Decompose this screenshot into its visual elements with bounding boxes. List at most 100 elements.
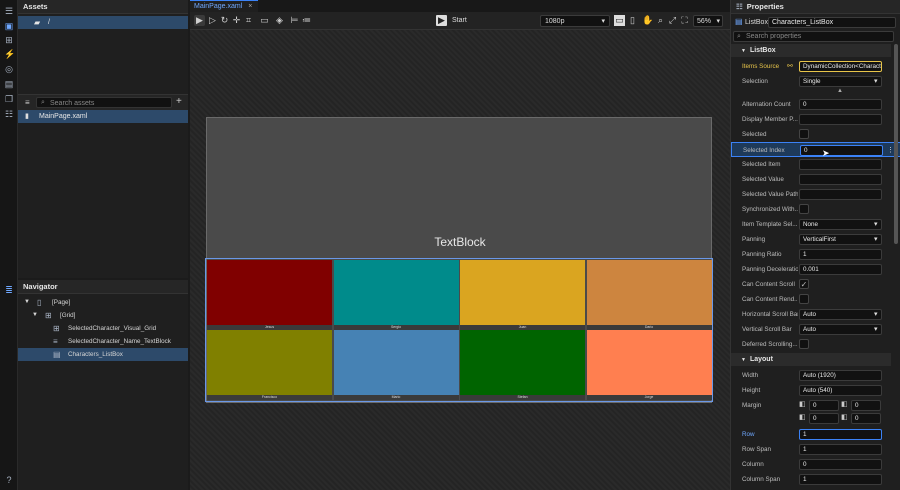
element-name-input[interactable]: Characters_ListBox [768,17,896,28]
crop-icon[interactable]: ⌗ [243,15,254,26]
margin-input[interactable]: 0 [851,413,881,424]
portrait-icon[interactable]: ▯ [627,15,638,26]
distribute-icon[interactable]: ≔ [301,15,312,26]
dropdown-chevron-icon[interactable]: ▾ [874,310,878,318]
dropdown-chevron-icon[interactable]: ▾ [874,77,878,85]
move-icon[interactable]: ✛ [231,15,242,26]
expand-arrow-icon[interactable]: ▼ [32,309,38,322]
navigator-item[interactable]: ▼ ▯ [Page] [18,296,188,309]
dropdown-chevron-icon[interactable]: ▾ [874,235,878,243]
property-value[interactable]: Auto (540) [799,385,882,396]
margin-input[interactable]: 0 [809,413,839,424]
navigator-item[interactable]: ≡ SelectedCharacter_Name_TextBlock [18,335,188,348]
lightning-icon[interactable]: ⚡ [4,49,15,59]
align-icon[interactable]: ⊨ [289,15,300,26]
assets-search-input[interactable]: ⌕ Search assets [36,97,172,108]
navigator-icon[interactable]: ≣ [4,285,14,295]
help-icon[interactable]: ? [4,475,14,485]
copy-icon[interactable]: ❐ [4,94,14,104]
filter-icon[interactable]: ≡ [25,98,30,107]
property-label: Horizontal Scroll Bar [742,311,798,318]
start-button[interactable]: Start [452,17,467,24]
property-value[interactable]: Single [799,76,882,87]
property-label: Row [742,431,755,438]
property-value[interactable]: 0.001 [799,264,882,275]
character-item[interactable]: Dario [586,260,712,330]
property-value[interactable]: 0 [799,459,882,470]
property-value[interactable]: 1 [799,249,882,260]
zoom-select[interactable]: 56% ▾ [693,15,723,27]
property-checkbox[interactable] [799,339,809,349]
resolution-select[interactable]: 1080p ▾ [540,15,610,27]
character-item[interactable]: Francisco [207,330,332,400]
landscape-icon[interactable]: ▭ [614,15,625,26]
zoom-icon[interactable]: ⌕ [655,15,666,26]
dropdown-chevron-icon[interactable]: ▾ [874,220,878,228]
asset-file-item[interactable]: ▮ MainPage.xaml [18,110,188,123]
fit-icon[interactable]: ⤢ [667,15,678,26]
editor-toolbar: ▶ ▷ ↻ ✛ ⌗ ▭ ◈ ⊨ ≔ ▶ Start 1080p ▾ ▭ ▯ ✋ … [190,12,730,30]
fullscreen-icon[interactable]: ⛶ [679,15,690,26]
paint-icon[interactable]: ▭ [259,15,270,26]
canvas-textblock[interactable]: TextBlock [207,235,713,249]
add-icon[interactable]: ⊞ [4,35,14,45]
character-item[interactable]: Sergio [333,260,459,330]
property-value[interactable] [799,174,882,185]
property-value[interactable]: 1 [799,429,882,440]
character-item[interactable]: Stefan [460,330,585,400]
properties-scrollbar[interactable] [894,44,898,244]
expand-arrow-icon[interactable]: ▼ [24,296,30,309]
character-item[interactable]: Juan [460,260,585,330]
property-value[interactable]: Auto [799,309,882,320]
property-value[interactable] [799,189,882,200]
property-value[interactable]: 0 [799,99,882,110]
property-value[interactable]: Auto [799,324,882,335]
binding-link-icon[interactable]: ⚯ [787,62,793,70]
property-checkbox[interactable] [799,294,809,304]
property-value[interactable]: 1 [799,474,882,485]
menu-icon[interactable]: ☰ [4,6,14,16]
media-icon[interactable]: ▤ [4,79,14,89]
property-checkbox[interactable]: ✓ [799,279,809,289]
character-item[interactable]: Jorge [586,330,712,400]
property-value[interactable] [799,114,882,125]
property-value[interactable]: DynamicCollection<Characte [799,61,882,72]
property-value[interactable]: None [799,219,882,230]
navigator-item[interactable]: ⊞ SelectedCharacter_Visual_Grid [18,322,188,335]
margin-input[interactable]: 0 [809,400,839,411]
palette-icon[interactable]: ◎ [4,64,14,74]
assets-icon[interactable]: ▣ [4,21,14,31]
property-value[interactable]: Auto (1920) [799,370,882,381]
character-item[interactable]: Jesus [207,260,332,330]
margin-input[interactable]: 0 [851,400,881,411]
dropdown-chevron-icon[interactable]: ▾ [874,325,878,333]
asset-file-label: MainPage.xaml [39,113,88,120]
root-folder[interactable]: ▰ / [18,16,188,29]
property-value[interactable] [799,159,882,170]
property-value[interactable]: VerticalFirst [799,234,882,245]
select-tool-icon[interactable]: ▶ [194,15,205,26]
start-icon[interactable]: ▶ [436,15,447,26]
expand-up-icon[interactable]: ▲ [837,88,843,94]
layout-section-header[interactable]: ▼ Layout [731,353,891,366]
property-value[interactable]: 0 [800,145,883,156]
add-asset-icon[interactable]: + [176,96,182,107]
fill-icon[interactable]: ◈ [274,15,285,26]
property-value[interactable]: 1 [799,444,882,455]
pan-hand-icon[interactable]: ✋ [642,15,653,26]
rotate-icon[interactable]: ↻ [219,15,230,26]
property-checkbox[interactable] [799,129,809,139]
characters-listbox-preview[interactable]: Jesus Sergio Juan Dario Francisco Mario Stefan… [205,258,713,402]
close-tab-icon[interactable]: × [248,3,252,10]
navigator-item[interactable]: ▼ ⊞ [Grid] [18,309,188,322]
properties-search-input[interactable]: ⌕ Search properties [733,31,894,42]
resources-icon[interactable]: ☷ [4,109,14,119]
direct-select-icon[interactable]: ▷ [207,15,218,26]
property-checkbox[interactable] [799,204,809,214]
tab-mainpage[interactable]: MainPage.xaml × [190,0,258,12]
character-item[interactable]: Mario [333,330,459,400]
navigator-item[interactable]: ▤ Characters_ListBox [18,348,188,361]
more-options-icon[interactable]: ⋮ [887,146,894,154]
property-label: Panning Ratio [742,251,782,258]
listbox-section-header[interactable]: ▼ ListBox [731,44,891,57]
